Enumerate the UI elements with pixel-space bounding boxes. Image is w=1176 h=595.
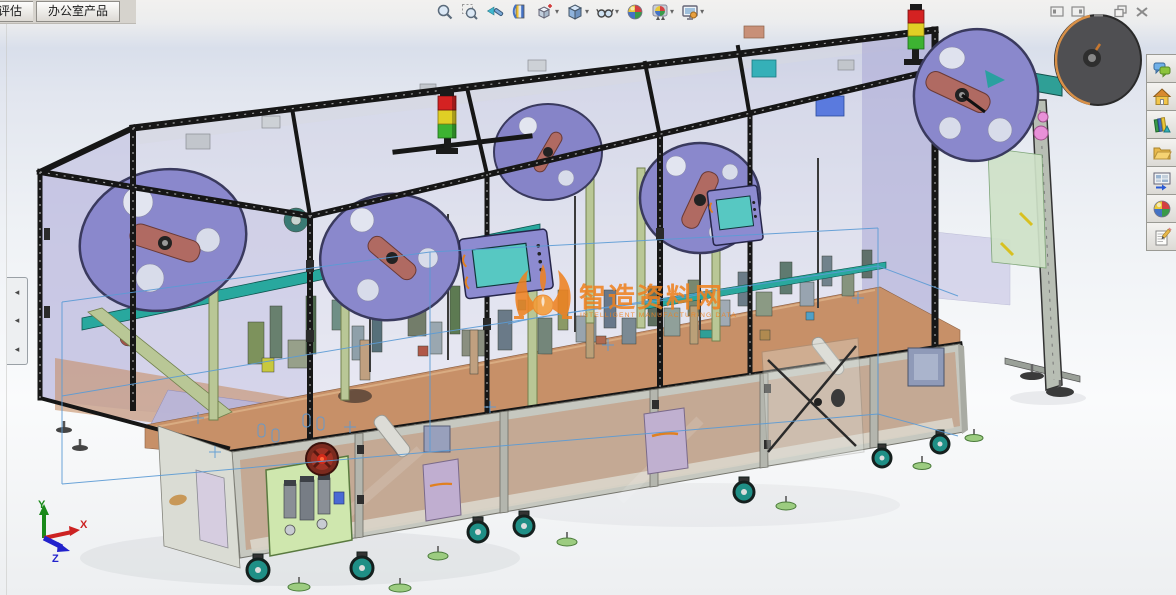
apply-scene-button[interactable]: ▾ xyxy=(648,1,677,23)
section-view-button[interactable] xyxy=(508,1,532,23)
x-brace-door xyxy=(761,337,865,467)
file-explorer-button[interactable] xyxy=(1146,138,1176,167)
hide-show-items-button[interactable]: ▾ xyxy=(593,1,622,23)
triad-z-label: Z xyxy=(52,553,59,565)
view-orientation-icon xyxy=(537,4,552,19)
hide-show-items-caret[interactable]: ▾ xyxy=(615,8,619,16)
machine-3d-model: 智造资料网 INTELLIGENT MANUFACTURING DATA Y X… xyxy=(36,4,1142,593)
edit-appearance-icon xyxy=(627,4,643,20)
watermark-title: 智造资料网 xyxy=(579,283,724,313)
previous-view-button[interactable] xyxy=(483,1,507,23)
display-style-button[interactable]: ▾ xyxy=(563,1,592,23)
edit-appearance-button[interactable] xyxy=(623,1,647,23)
custom-properties-button[interactable] xyxy=(1146,222,1176,251)
section-view-icon xyxy=(512,4,525,19)
dock-pane-right-button[interactable] xyxy=(1071,5,1085,18)
tab-office-products[interactable]: 办公室产品 xyxy=(36,1,121,22)
previous-view-icon xyxy=(486,6,504,17)
display-style-icon xyxy=(567,4,583,20)
chevron-left-icon: ◂ xyxy=(14,315,20,326)
view-palette-icon xyxy=(1153,172,1170,190)
minimize-button[interactable] xyxy=(1092,6,1106,18)
headsup-view-toolbar: ▾ ▾ ▾ ▾ ▾ xyxy=(433,1,707,23)
forum-icon xyxy=(1153,62,1170,78)
task-pane xyxy=(1146,54,1176,251)
window-controls xyxy=(1050,5,1149,18)
chevron-left-icon: ◂ xyxy=(14,344,20,355)
chevron-left-icon: ◂ xyxy=(14,286,20,297)
dock-pane-left-button[interactable] xyxy=(1050,5,1064,18)
close-button[interactable] xyxy=(1135,6,1149,18)
appearances-scenes-button[interactable] xyxy=(1146,194,1176,223)
orientation-triad: Y X Z xyxy=(38,499,88,565)
pneumatic-panel xyxy=(265,455,353,557)
view-settings-icon xyxy=(682,5,698,20)
triad-x-label: X xyxy=(80,519,88,531)
custom-properties-icon xyxy=(1155,227,1172,245)
folder-icon xyxy=(1152,147,1172,159)
apply-scene-caret[interactable]: ▾ xyxy=(670,8,674,16)
solidworks-window: 智造资料网 INTELLIGENT MANUFACTURING DATA Y X… xyxy=(0,0,1176,595)
view-orientation-caret[interactable]: ▾ xyxy=(555,8,559,16)
design-library-button[interactable] xyxy=(1146,110,1176,139)
design-library-icon xyxy=(1153,116,1171,132)
display-style-caret[interactable]: ▾ xyxy=(585,8,589,16)
home-icon xyxy=(1152,87,1171,105)
view-settings-caret[interactable]: ▾ xyxy=(700,8,704,16)
featuremanager-collapsed-tab[interactable]: ◂ ◂ ◂ xyxy=(7,277,28,365)
watermark-subtitle: INTELLIGENT MANUFACTURING DATA xyxy=(580,312,737,319)
restore-button[interactable] xyxy=(1113,5,1128,18)
hide-show-items-icon xyxy=(596,8,614,18)
viewport-3d[interactable]: 智造资料网 INTELLIGENT MANUFACTURING DATA Y X… xyxy=(0,0,1176,595)
apply-scene-icon xyxy=(652,4,668,20)
appearances-ball-icon xyxy=(1153,200,1170,217)
view-palette-button[interactable] xyxy=(1146,166,1176,195)
zoom-to-area-button[interactable] xyxy=(458,1,482,23)
solidworks-resources-button[interactable] xyxy=(1146,82,1176,111)
triad-y-label: Y xyxy=(38,499,46,511)
cabinet-fan xyxy=(305,442,339,476)
solidworks-forum-button[interactable] xyxy=(1146,54,1176,83)
view-settings-button[interactable]: ▾ xyxy=(678,1,707,23)
tab-evaluate[interactable]: 评估 xyxy=(0,1,33,22)
zoom-to-fit-button[interactable] xyxy=(433,1,457,23)
zoom-to-area-icon xyxy=(462,4,478,20)
command-tabs: 评估 办公室产品 xyxy=(0,0,136,24)
view-orientation-button[interactable]: ▾ xyxy=(533,1,562,23)
zoom-to-fit-icon xyxy=(437,4,453,20)
